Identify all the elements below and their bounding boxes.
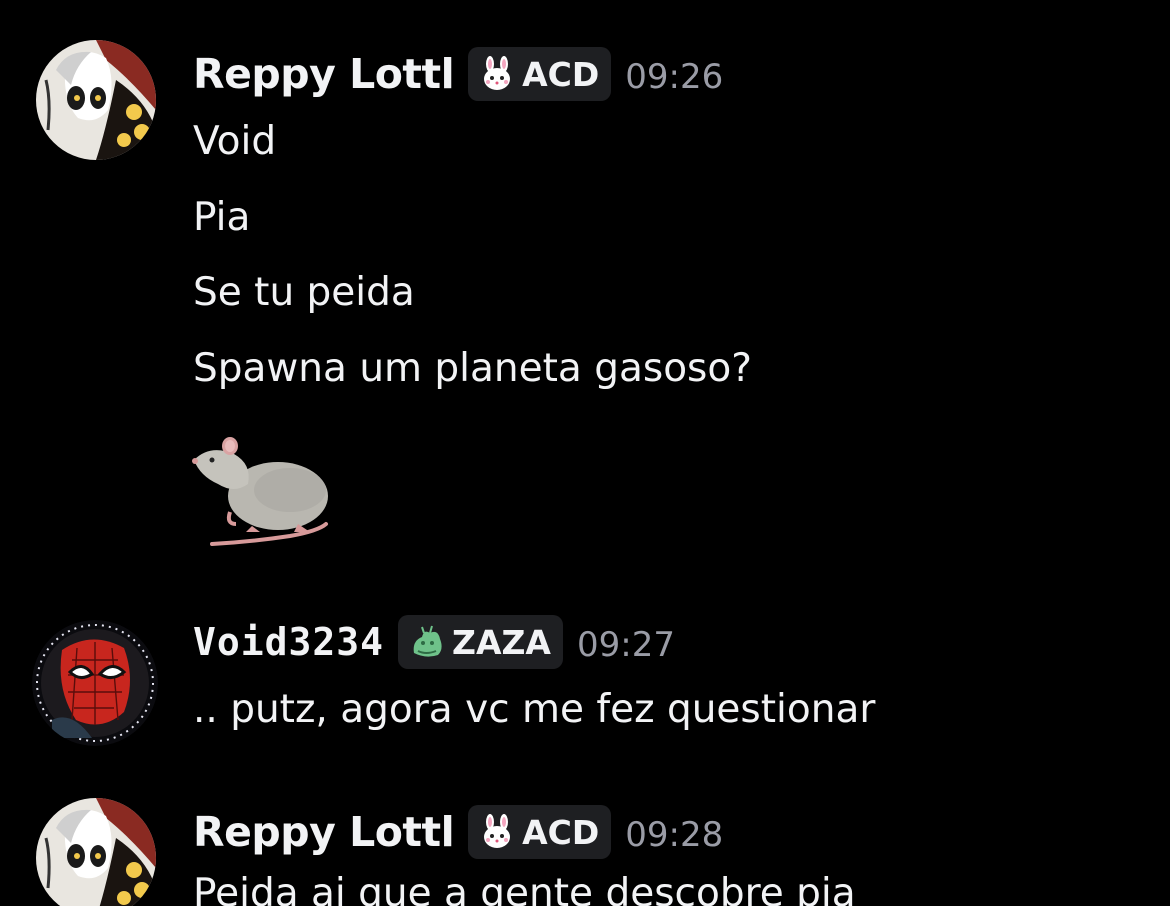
server-tag[interactable]: ACD bbox=[468, 805, 612, 859]
message-header: Reppy Lottl ACD 09:28 bbox=[193, 804, 723, 860]
avatar[interactable] bbox=[36, 40, 156, 160]
timestamp: 09:27 bbox=[576, 625, 675, 665]
spiderman-avatar-icon bbox=[32, 620, 158, 746]
avatar[interactable] bbox=[36, 798, 156, 906]
green-blob-icon bbox=[413, 625, 442, 657]
anime-avatar-icon bbox=[36, 798, 156, 906]
server-tag[interactable]: ZAZA bbox=[398, 615, 563, 669]
anime-avatar-icon bbox=[36, 40, 156, 160]
timestamp: 09:26 bbox=[625, 57, 724, 97]
timestamp: 09:28 bbox=[625, 815, 724, 855]
message-line: Pia bbox=[193, 195, 251, 240]
username[interactable]: Reppy Lottl bbox=[193, 50, 455, 98]
tag-label: ACD bbox=[522, 812, 600, 852]
message-header: Reppy Lottl ACD 09:26 bbox=[193, 46, 723, 102]
tag-label: ZAZA bbox=[452, 622, 551, 662]
message-line: .. putz, agora vc me fez questionar bbox=[193, 687, 876, 732]
message-line: Peida ai que a gente descobre pia bbox=[193, 871, 856, 906]
tag-label: ACD bbox=[522, 54, 600, 94]
bunny-icon bbox=[484, 814, 511, 848]
message-line: Void bbox=[193, 119, 277, 164]
message-line: Spawna um planeta gasoso? bbox=[193, 346, 752, 391]
avatar[interactable] bbox=[32, 620, 158, 746]
bunny-icon bbox=[484, 56, 511, 90]
rat-emoji-icon bbox=[192, 437, 328, 546]
username[interactable]: Void3234 bbox=[193, 620, 384, 664]
username[interactable]: Reppy Lottl bbox=[193, 808, 455, 856]
message-line: Se tu peida bbox=[193, 270, 415, 315]
message-header: Void3234 ZAZA 09:27 bbox=[193, 614, 675, 670]
server-tag[interactable]: ACD bbox=[468, 47, 612, 101]
